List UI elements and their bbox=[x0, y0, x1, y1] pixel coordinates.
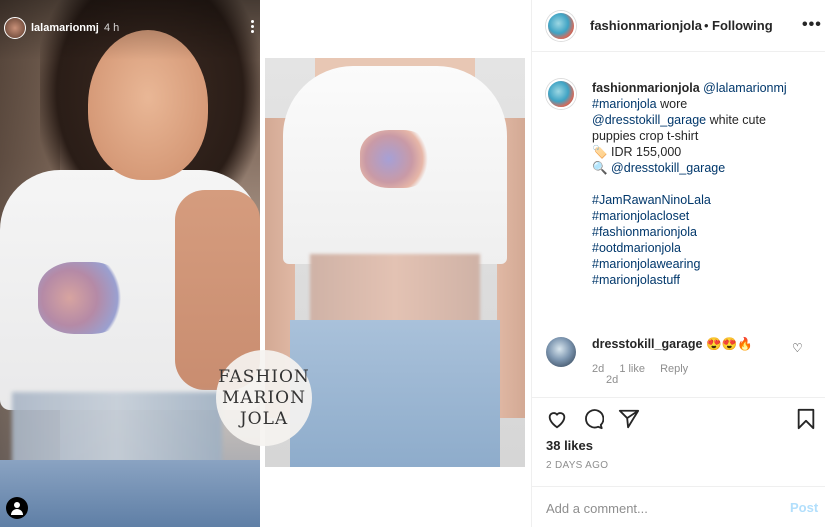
likes-count[interactable]: 38 likes bbox=[546, 438, 593, 453]
share-paper-plane-icon[interactable] bbox=[618, 408, 640, 434]
comment-body: 😍😍🔥 bbox=[705, 337, 753, 351]
comment-bubble-icon[interactable] bbox=[582, 408, 605, 434]
product-tee-print bbox=[360, 130, 432, 188]
photo-blurred-area bbox=[12, 392, 222, 467]
author-avatar[interactable] bbox=[546, 11, 576, 41]
comment-age[interactable]: 2d bbox=[592, 363, 604, 375]
add-comment-bar: Post bbox=[532, 486, 825, 527]
hashtag-link[interactable]: #JamRawanNinoLala bbox=[592, 192, 817, 208]
story-time: 4 h bbox=[104, 22, 120, 34]
person-icon bbox=[6, 497, 28, 519]
caption-shop-link-2[interactable]: @dresstokill_garage bbox=[611, 161, 725, 175]
hashtag-link[interactable]: #fashionmarionjola bbox=[592, 224, 817, 240]
reply-button[interactable]: Reply bbox=[660, 363, 688, 375]
comment-likes[interactable]: 1 like bbox=[619, 363, 645, 375]
post-side-panel: fashionmarionjola • Following ••• fashio… bbox=[531, 0, 825, 527]
caption-text-part: wore bbox=[656, 97, 688, 111]
comment-like-heart-icon[interactable]: ♡ bbox=[792, 341, 803, 355]
story-username: lalamarionmj bbox=[31, 22, 99, 34]
comment-text: dresstokill_garage 😍😍🔥 bbox=[592, 337, 753, 352]
caption-avatar[interactable] bbox=[546, 79, 576, 109]
caption-shop-link[interactable]: @dresstokill_garage bbox=[592, 113, 706, 127]
action-bar bbox=[532, 397, 825, 437]
watermark-badge: FASHION MARION JOLA bbox=[216, 350, 312, 446]
badge-line-3: JOLA bbox=[239, 408, 289, 429]
hashtag-link[interactable]: #marionjolawearing bbox=[592, 256, 817, 272]
badge-line-1: FASHION bbox=[218, 366, 310, 387]
caption-hashtag-link[interactable]: #marionjola bbox=[592, 97, 657, 111]
author-username[interactable]: fashionmarionjola bbox=[590, 18, 702, 33]
search-emoji: 🔍 bbox=[592, 161, 612, 175]
caption-username[interactable]: fashionmarionjola bbox=[592, 81, 700, 95]
badge-line-2: MARION bbox=[221, 387, 306, 408]
commenter-avatar[interactable] bbox=[546, 337, 576, 367]
story-more-icon bbox=[251, 20, 255, 34]
following-button[interactable]: Following bbox=[712, 18, 773, 33]
header-separator: • bbox=[704, 18, 709, 33]
caption-text-part: white cute bbox=[706, 113, 766, 127]
post-header: fashionmarionjola • Following ••• bbox=[532, 0, 825, 52]
caption-text-part: puppies crop t-shirt bbox=[592, 129, 699, 143]
commenter-username[interactable]: dresstokill_garage bbox=[592, 337, 702, 351]
story-photo: lalamarionmj 4 h bbox=[0, 0, 260, 527]
photo-jeans bbox=[0, 460, 260, 527]
post-date[interactable]: 2 DAYS AGO bbox=[546, 460, 608, 471]
more-options-icon[interactable]: ••• bbox=[802, 16, 822, 34]
product-blurred-area bbox=[310, 254, 480, 324]
save-bookmark-icon[interactable] bbox=[796, 408, 816, 434]
hashtag-link[interactable]: #marionjolacloset bbox=[592, 208, 817, 224]
caption-text: fashionmarionjola @lalamarionmj #marionj… bbox=[592, 80, 817, 288]
hashtag-link[interactable]: #marionjolastuff bbox=[592, 272, 817, 288]
caption-mention[interactable]: @lalamarionmj bbox=[703, 81, 787, 95]
post-comment-button[interactable]: Post bbox=[790, 500, 818, 515]
caption-age[interactable]: 2d bbox=[606, 374, 618, 386]
hashtag-link[interactable]: #ootdmarionjola bbox=[592, 240, 817, 256]
comment-meta: 2d 1 like Reply bbox=[592, 363, 700, 375]
comments-list[interactable]: fashionmarionjola @lalamarionmj #marionj… bbox=[532, 53, 825, 396]
story-avatar bbox=[4, 17, 26, 39]
like-heart-icon[interactable] bbox=[546, 408, 568, 434]
caption-price: 🏷️ IDR 155,000 bbox=[592, 145, 682, 159]
photo-shirt-print bbox=[38, 262, 128, 334]
product-jeans bbox=[290, 320, 500, 467]
post-media: lalamarionmj 4 h FASHION MARION JOLA bbox=[0, 0, 531, 527]
comment-input[interactable] bbox=[546, 498, 776, 518]
